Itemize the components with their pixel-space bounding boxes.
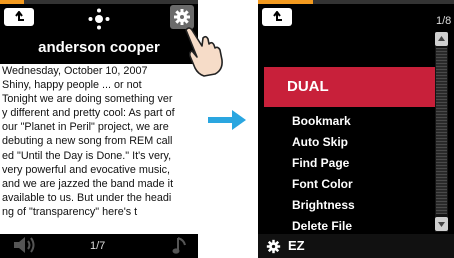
bottom-bar: EZ <box>258 234 454 258</box>
gear-icon[interactable] <box>266 239 281 254</box>
text-line: our "Planet in Peril" project, we are <box>2 121 169 134</box>
text-line: Tonight we are doing something ver <box>2 93 173 106</box>
page-title: anderson cooper <box>38 39 160 56</box>
progress-bar <box>258 0 454 4</box>
reader-screen: anderson cooper Wednesday, October 10, 2… <box>0 0 198 258</box>
right-arrow-icon <box>208 110 246 130</box>
progress-bar <box>0 0 198 4</box>
menu-item-label: DUAL <box>287 78 329 95</box>
music-note-icon[interactable] <box>172 236 188 256</box>
page-indicator: 1/7 <box>90 240 106 252</box>
text-line: debuting a new song from REM call <box>2 135 173 148</box>
menu-item-auto-skip[interactable]: Auto Skip <box>292 135 348 149</box>
text-line: Shiny, happy people ... or not <box>2 79 142 92</box>
scroll-down-icon <box>438 222 445 227</box>
back-arrow-icon <box>15 11 24 21</box>
scroll-down-button[interactable] <box>435 217 448 231</box>
progress-fill <box>258 0 313 4</box>
text-line: and we are jazzed the band made it <box>2 177 174 190</box>
text-line: y different and pretty cool: As part of <box>2 107 175 120</box>
menu-item-selected[interactable]: DUAL <box>264 67 435 107</box>
text-line: ed "Until the Day is Done." It's very, <box>2 149 172 162</box>
back-button[interactable] <box>262 8 292 26</box>
ez-mode-label[interactable]: EZ <box>288 238 305 253</box>
scrollbar-thumb[interactable] <box>436 48 447 214</box>
hand-pointer-icon <box>185 27 223 77</box>
back-button[interactable] <box>4 8 34 26</box>
dpad-icon[interactable] <box>88 8 110 30</box>
scroll-up-icon <box>438 36 445 41</box>
menu-item-delete-file[interactable]: Delete File <box>292 219 352 233</box>
text-line: very powerful and evocative music, <box>2 163 171 176</box>
scroll-up-button[interactable] <box>435 32 448 46</box>
text-line: ng of "transparency" here's t <box>2 205 138 218</box>
menu-item-font-color[interactable]: Font Color <box>292 177 353 191</box>
menu-item-bookmark[interactable]: Bookmark <box>292 114 351 128</box>
reading-text: Wednesday, October 10, 2007 Shiny, happy … <box>0 64 198 234</box>
menu-item-brightness[interactable]: Brightness <box>292 198 355 212</box>
back-arrow-icon <box>273 11 282 21</box>
progress-fill <box>0 0 24 4</box>
menu-item-find-page[interactable]: Find Page <box>292 156 349 170</box>
page-indicator: 1/8 <box>436 15 452 27</box>
text-line: available to us. But under the headi <box>2 191 172 204</box>
scrollbar[interactable] <box>435 32 448 232</box>
text-line: Wednesday, October 10, 2007 <box>2 65 148 77</box>
settings-menu-screen: 1/8 DUAL Bookmark Auto Skip Find Page Fo… <box>258 0 454 258</box>
speaker-icon[interactable] <box>12 236 36 254</box>
